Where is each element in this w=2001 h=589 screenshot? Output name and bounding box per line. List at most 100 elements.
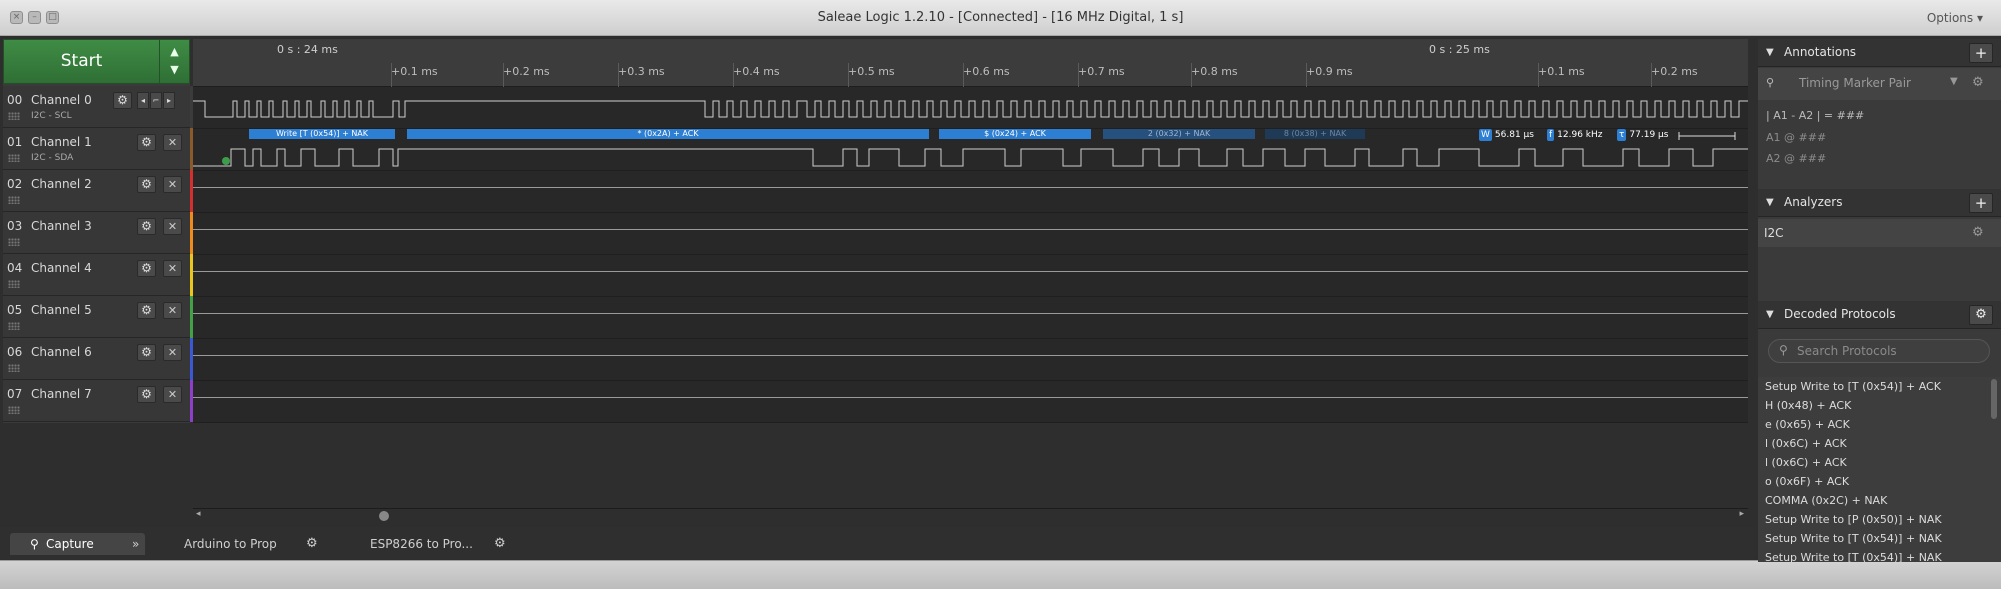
channel-row-6[interactable]: 06 Channel 6 ⚙ ✕ [3, 338, 190, 380]
decoded-frame[interactable]: * (0x2A) + ACK [407, 129, 929, 139]
frequency-badge: f [1547, 129, 1555, 141]
gear-icon[interactable]: ⚙ [1972, 225, 1984, 240]
drag-grip-icon[interactable] [8, 406, 20, 414]
lane-channel-2[interactable] [193, 171, 1748, 213]
list-item[interactable]: o (0x6F) + ACK [1761, 472, 1991, 491]
close-icon[interactable]: ✕ [163, 386, 182, 403]
decoded-frame[interactable]: $ (0x24) + ACK [939, 129, 1091, 139]
decoded-frame[interactable]: Write [T (0x54)] + NAK [249, 129, 395, 139]
gear-icon[interactable]: ⚙ [137, 176, 156, 193]
trigger-edge-icon[interactable]: ⌐ [150, 92, 162, 109]
lane-channel-7[interactable] [193, 381, 1748, 423]
title-bar: × – □ Saleae Logic 1.2.10 - [Connected] … [0, 0, 2001, 36]
drag-grip-icon[interactable] [8, 280, 20, 288]
close-icon[interactable]: ✕ [163, 176, 182, 193]
analyzer-item[interactable]: I2C ⚙ [1758, 219, 2001, 247]
drag-grip-icon[interactable] [8, 322, 20, 330]
drag-grip-icon[interactable] [8, 112, 20, 120]
scroll-left-icon[interactable]: ◂ [196, 509, 201, 519]
list-item[interactable]: COMMA (0x2C) + NAK [1761, 491, 1991, 510]
channel-name[interactable]: Channel 3 [31, 219, 92, 233]
tab-arduino-to-prop[interactable]: Arduino to Prop [184, 533, 277, 555]
channel-name[interactable]: Channel 6 [31, 345, 92, 359]
close-icon[interactable]: ✕ [163, 302, 182, 319]
channel-row-0[interactable]: 00 Channel 0 I2C - SCL ⚙ ◂ ⌐ ▸ [3, 86, 190, 128]
collapse-triangle-icon[interactable]: ▼ [1766, 197, 1774, 208]
collapse-triangle-icon[interactable]: ▼ [1766, 47, 1774, 58]
list-item[interactable]: Setup Write to [T (0x54)] + ACK [1761, 377, 1991, 396]
close-icon[interactable]: ✕ [163, 134, 182, 151]
close-icon[interactable]: ✕ [163, 260, 182, 277]
channel-row-3[interactable]: 03 Channel 3 ⚙ ✕ [3, 212, 190, 254]
list-item[interactable]: e (0x65) + ACK [1761, 415, 1991, 434]
channel-row-2[interactable]: 02 Channel 2 ⚙ ✕ [3, 170, 190, 212]
time-ruler[interactable]: 0 s : 24 ms 0 s : 25 ms +0.1 ms +0.2 ms … [193, 39, 1748, 87]
channel-row-5[interactable]: 05 Channel 5 ⚙ ✕ [3, 296, 190, 338]
scroll-right-icon[interactable]: ▸ [1739, 509, 1744, 519]
scroll-thumb[interactable] [379, 511, 389, 521]
list-item[interactable]: H (0x48) + ACK [1761, 396, 1991, 415]
list-item[interactable]: l (0x6C) + ACK [1761, 453, 1991, 472]
annotations-header[interactable]: ▼ Annotations + [1758, 39, 2001, 67]
start-options-arrows-icon[interactable]: ▲ ▼ [159, 40, 189, 83]
drag-grip-icon[interactable] [8, 154, 20, 162]
tick-label: +0.5 ms [848, 65, 895, 78]
drag-grip-icon[interactable] [8, 196, 20, 204]
drag-grip-icon[interactable] [8, 364, 20, 372]
lane-channel-3[interactable] [193, 213, 1748, 255]
collapse-triangle-icon[interactable]: ▼ [1766, 309, 1774, 320]
gear-icon[interactable]: ⚙ [137, 260, 156, 277]
add-annotation-button[interactable]: + [1969, 43, 1993, 63]
options-menu[interactable]: Options ▾ [1927, 0, 1983, 36]
horizontal-scrollbar[interactable]: ◂ ▸ [193, 508, 1748, 522]
gear-icon[interactable]: ⚙ [137, 218, 156, 235]
lane-channel-5[interactable] [193, 297, 1748, 339]
decoded-frame[interactable]: 2 (0x32) + NAK [1103, 129, 1255, 139]
gear-icon[interactable]: ⚙ [1969, 305, 1993, 325]
tab-esp8266-to-prop[interactable]: ESP8266 to Pro... [370, 533, 473, 555]
dropdown-arrow-icon[interactable]: ▼ [1950, 76, 1958, 87]
list-item[interactable]: Setup Write to [T (0x54)] + NAK [1761, 548, 1991, 562]
waveform-view[interactable]: 0 s : 24 ms 0 s : 25 ms +0.1 ms +0.2 ms … [193, 39, 1748, 522]
gear-icon[interactable]: ⚙ [137, 302, 156, 319]
gear-icon[interactable]: ⚙ [306, 533, 318, 555]
gear-icon[interactable]: ⚙ [1972, 75, 1984, 90]
waveform-trace [193, 313, 1748, 314]
channel-name[interactable]: Channel 4 [31, 261, 92, 275]
annotation-item[interactable]: ⚲ Timing Marker Pair ▼ ⚙ [1758, 68, 2001, 100]
decoded-protocols-list[interactable]: Setup Write to [T (0x54)] + ACK H (0x48)… [1758, 377, 2001, 562]
channel-row-1[interactable]: 01 Channel 1 I2C - SDA ⚙ ✕ [3, 128, 190, 170]
channel-name[interactable]: Channel 0 [31, 93, 92, 107]
search-protocols-input[interactable]: ⚲ Search Protocols [1768, 339, 1990, 363]
list-item[interactable]: l (0x6C) + ACK [1761, 434, 1991, 453]
list-item[interactable]: Setup Write to [T (0x54)] + NAK [1761, 529, 1991, 548]
list-item[interactable]: Setup Write to [P (0x50)] + NAK [1761, 510, 1991, 529]
channel-row-4[interactable]: 04 Channel 4 ⚙ ✕ [3, 254, 190, 296]
channel-name[interactable]: Channel 7 [31, 387, 92, 401]
channel-name[interactable]: Channel 1 [31, 135, 92, 149]
close-icon[interactable]: ✕ [163, 218, 182, 235]
decoded-frame[interactable]: 8 (0x38) + NAK [1265, 129, 1365, 139]
trigger-falling-icon[interactable]: ▸ [163, 92, 175, 109]
trigger-rising-icon[interactable]: ◂ [137, 92, 149, 109]
decoded-protocols-title: Decoded Protocols [1784, 307, 1896, 321]
decoded-protocols-header[interactable]: ▼ Decoded Protocols ⚙ [1758, 301, 2001, 329]
tab-capture[interactable]: ⚲ Capture [10, 533, 145, 555]
gear-icon[interactable]: ⚙ [494, 533, 506, 555]
gear-icon[interactable]: ⚙ [137, 344, 156, 361]
gear-icon[interactable]: ⚙ [137, 386, 156, 403]
analyzers-header[interactable]: ▼ Analyzers + [1758, 189, 2001, 217]
lane-channel-4[interactable] [193, 255, 1748, 297]
start-button[interactable]: Start ▲ ▼ [3, 39, 190, 84]
channel-row-7[interactable]: 07 Channel 7 ⚙ ✕ [3, 380, 190, 422]
channel-name[interactable]: Channel 2 [31, 177, 92, 191]
lane-channel-6[interactable] [193, 339, 1748, 381]
drag-grip-icon[interactable] [8, 238, 20, 246]
gear-icon[interactable]: ⚙ [137, 134, 156, 151]
channel-name[interactable]: Channel 5 [31, 303, 92, 317]
close-icon[interactable]: ✕ [163, 344, 182, 361]
gear-icon[interactable]: ⚙ [113, 92, 132, 109]
more-tabs-button[interactable]: » [132, 533, 146, 555]
list-scrollbar[interactable] [1991, 379, 1997, 419]
add-analyzer-button[interactable]: + [1969, 193, 1993, 213]
